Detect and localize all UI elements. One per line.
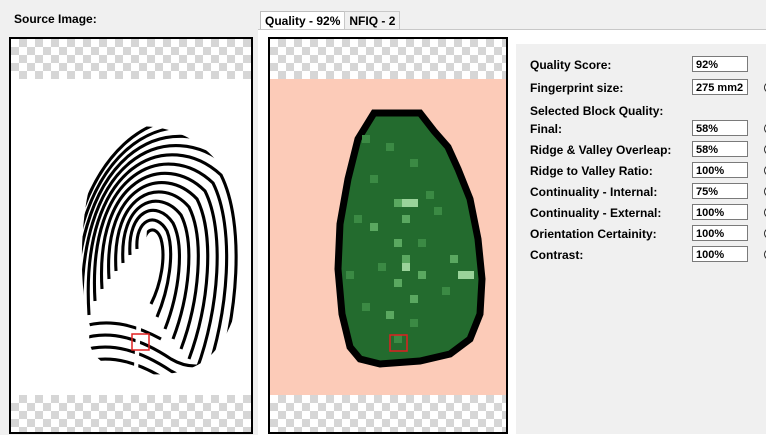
metric-value: 58% — [692, 141, 748, 157]
metric-label: Final: — [530, 122, 562, 136]
metric-row-final: Final: 58% — [530, 120, 766, 138]
metric-label: Ridge & Valley Overleap: — [530, 143, 672, 157]
metric-value: 100% — [692, 246, 748, 262]
quality-map-image — [270, 79, 506, 395]
metric-row-ridge-valley-ratio: Ridge to Valley Ratio: 100% — [530, 162, 766, 180]
tab-nfiq[interactable]: NFIQ - 2 — [344, 11, 401, 30]
fingerprint-size-value: 275 mm2 — [692, 79, 748, 95]
source-image-viewer[interactable] — [9, 37, 253, 434]
metric-label: Ridge to Valley Ratio: — [530, 164, 653, 178]
fingerprint-size-label: Fingerprint size: — [530, 81, 624, 95]
selected-block-quality-label: Selected Block Quality: — [530, 104, 664, 118]
quality-score-value: 92% — [692, 56, 748, 72]
tab-strip: Quality - 92% NFIQ - 2 — [260, 11, 401, 30]
quality-score-row: Quality Score: 92% — [530, 56, 766, 74]
metric-label: Orientation Certainity: — [530, 227, 657, 241]
metric-value: 100% — [692, 162, 748, 178]
tab-quality[interactable]: Quality - 92% — [260, 11, 346, 30]
metric-row-orientation-certainity: Orientation Certainity: 100% — [530, 225, 766, 243]
metric-value: 100% — [692, 204, 748, 220]
metric-value: 75% — [692, 183, 748, 199]
quality-map-viewer[interactable] — [268, 37, 508, 434]
metric-row-ridge-valley-overleap: Ridge & Valley Overleap: 58% — [530, 141, 766, 159]
metric-row-continuality-internal: Continuality - Internal: 75% — [530, 183, 766, 201]
quality-metrics-panel: Quality Score: 92% Fingerprint size: 275… — [516, 44, 766, 434]
fingerprint-image — [81, 126, 244, 375]
metric-label: Continuality - External: — [530, 206, 662, 220]
metric-value: 100% — [692, 225, 748, 241]
metric-row-continuality-external: Continuality - External: 100% — [530, 204, 766, 222]
metric-value: 58% — [692, 120, 748, 136]
fingerprint-size-row: Fingerprint size: 275 mm2 — [530, 79, 766, 97]
metric-row-contrast: Contrast: 100% — [530, 246, 766, 264]
metric-label: Contrast: — [530, 248, 584, 262]
metric-label: Continuality - Internal: — [530, 185, 658, 199]
source-image-label: Source Image: — [14, 12, 97, 26]
quality-score-label: Quality Score: — [530, 58, 612, 72]
